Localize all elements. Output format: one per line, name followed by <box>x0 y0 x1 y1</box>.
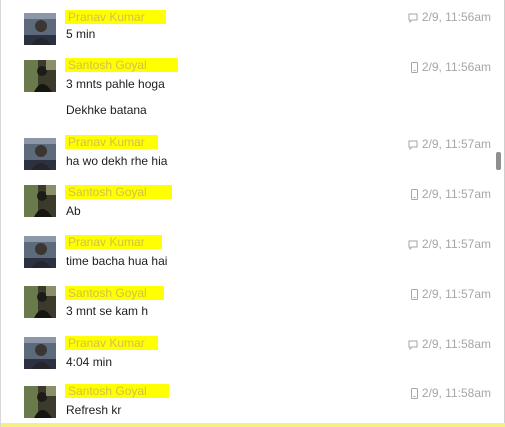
timestamp-text: 2/9, 11:58am <box>421 386 491 400</box>
message-text: 5 min <box>66 27 96 41</box>
timestamp-text: 2/9, 11:57am <box>421 187 491 201</box>
timestamp-text: 2/9, 11:58am <box>421 337 491 351</box>
chat-message: Pranav Kumar 4:04 min 2/9, 11:58am <box>1 336 491 376</box>
message-timestamp: 2/9, 11:58am <box>371 386 491 402</box>
bottom-highlight-bar <box>1 423 505 427</box>
mobile-phone-icon <box>410 388 418 402</box>
chat-message: Pranav Kumar time bacha hua hai 2/9, 11:… <box>1 235 491 275</box>
message-text: Ab <box>66 204 81 218</box>
message-text: 3 mnts pahle hoga <box>66 77 165 91</box>
scrollbar-thumb[interactable] <box>496 152 501 170</box>
chat-bubble-icon <box>408 12 418 26</box>
chat-bubble-icon <box>408 139 418 153</box>
sender-name[interactable]: Pranav Kumar <box>65 235 162 249</box>
message-text: 3 mnt se kam h <box>66 304 149 318</box>
avatar[interactable] <box>24 60 56 92</box>
message-text: Refresh kr <box>66 403 122 417</box>
sender-name[interactable]: Santosh Goyal <box>65 384 169 398</box>
message-text: 4:04 min <box>66 355 113 369</box>
message-text: ha wo dekh rhe hia <box>66 154 168 168</box>
sender-name[interactable]: Pranav Kumar <box>65 10 166 24</box>
sender-name[interactable]: Santosh Goyal <box>65 58 178 72</box>
timestamp-text: 2/9, 11:56am <box>421 10 491 24</box>
avatar[interactable] <box>24 185 56 217</box>
message-timestamp: 2/9, 11:56am <box>371 10 491 26</box>
message-timestamp: 2/9, 11:57am <box>371 287 491 303</box>
chat-transcript: Pranav Kumar 5 min 2/9, 11:56am Santosh … <box>0 0 505 427</box>
sender-name[interactable]: Pranav Kumar <box>65 135 158 149</box>
chat-message: Pranav Kumar 5 min 2/9, 11:56am <box>1 10 491 50</box>
avatar[interactable] <box>24 286 56 318</box>
chat-message: Santosh Goyal Refresh kr 2/9, 11:58am <box>1 384 491 424</box>
sender-name[interactable]: Pranav Kumar <box>65 336 158 350</box>
avatar[interactable] <box>24 138 56 170</box>
avatar[interactable] <box>24 337 56 369</box>
avatar[interactable] <box>24 386 56 418</box>
message-text: Dekhke batana <box>66 103 147 117</box>
timestamp-text: 2/9, 11:56am <box>421 60 491 74</box>
chat-bubble-icon <box>408 239 418 253</box>
chat-message: Santosh Goyal 3 mnt se kam h 2/9, 11:57a… <box>1 286 491 326</box>
timestamp-text: 2/9, 11:57am <box>421 237 491 251</box>
chat-message: Santosh Goyal 3 mnts pahle hoga Dekhke b… <box>1 58 491 128</box>
chat-bubble-icon <box>408 339 418 353</box>
mobile-phone-icon <box>410 289 418 303</box>
message-timestamp: 2/9, 11:58am <box>371 337 491 353</box>
avatar[interactable] <box>24 13 56 45</box>
sender-name[interactable]: Santosh Goyal <box>65 185 172 199</box>
avatar[interactable] <box>24 236 56 268</box>
message-timestamp: 2/9, 11:57am <box>371 137 491 153</box>
mobile-phone-icon <box>410 62 418 76</box>
timestamp-text: 2/9, 11:57am <box>421 137 491 151</box>
message-text: time bacha hua hai <box>66 254 168 268</box>
timestamp-text: 2/9, 11:57am <box>421 287 491 301</box>
message-timestamp: 2/9, 11:56am <box>371 60 491 76</box>
chat-message: Pranav Kumar ha wo dekh rhe hia 2/9, 11:… <box>1 135 491 175</box>
chat-message: Santosh Goyal Ab 2/9, 11:57am <box>1 185 491 225</box>
message-timestamp: 2/9, 11:57am <box>371 237 491 253</box>
message-timestamp: 2/9, 11:57am <box>371 187 491 203</box>
sender-name[interactable]: Santosh Goyal <box>65 286 164 300</box>
mobile-phone-icon <box>410 189 418 203</box>
